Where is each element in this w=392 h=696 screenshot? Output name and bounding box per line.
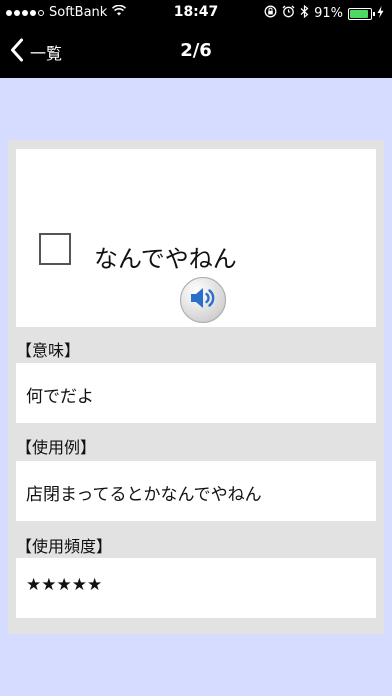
navigation-bar: 一覧 2/6 xyxy=(0,26,392,78)
lock-rotation-icon xyxy=(264,5,277,22)
example-box: 店閉まってるとかなんでやねん xyxy=(16,461,376,521)
example-text: 店閉まってるとかなんでやねん xyxy=(26,485,262,505)
status-right: 91% xyxy=(264,4,384,22)
phrase-card: なんでやねん 【意味】 何でだよ 【使用例】 店閉まってるとかなんでやねん 【使… xyxy=(8,140,384,634)
frequency-box: ★★★★★ xyxy=(16,558,376,618)
battery-level-fill xyxy=(350,9,368,18)
play-audio-button[interactable] xyxy=(180,277,226,323)
alarm-icon xyxy=(282,5,295,22)
phrase-word: なんでやねん xyxy=(94,245,237,273)
speaker-icon xyxy=(188,286,218,314)
frequency-label: 【使用頻度】 xyxy=(16,537,113,556)
status-bar: SoftBank 18:47 91% xyxy=(0,0,392,26)
battery-percent: 91% xyxy=(314,6,343,21)
example-label: 【使用例】 xyxy=(16,438,97,457)
phrase-header: なんでやねん xyxy=(16,149,376,327)
page-counter-title: 2/6 xyxy=(180,40,212,61)
meaning-text: 何でだよ xyxy=(26,387,94,407)
meaning-label: 【意味】 xyxy=(16,341,81,360)
frequency-stars: ★★★★★ xyxy=(26,575,103,595)
battery-icon xyxy=(348,7,375,20)
bluetooth-icon xyxy=(300,4,309,22)
charging-icon xyxy=(377,5,384,22)
meaning-box: 何でだよ xyxy=(16,363,376,423)
memorized-checkbox[interactable] xyxy=(39,233,71,265)
